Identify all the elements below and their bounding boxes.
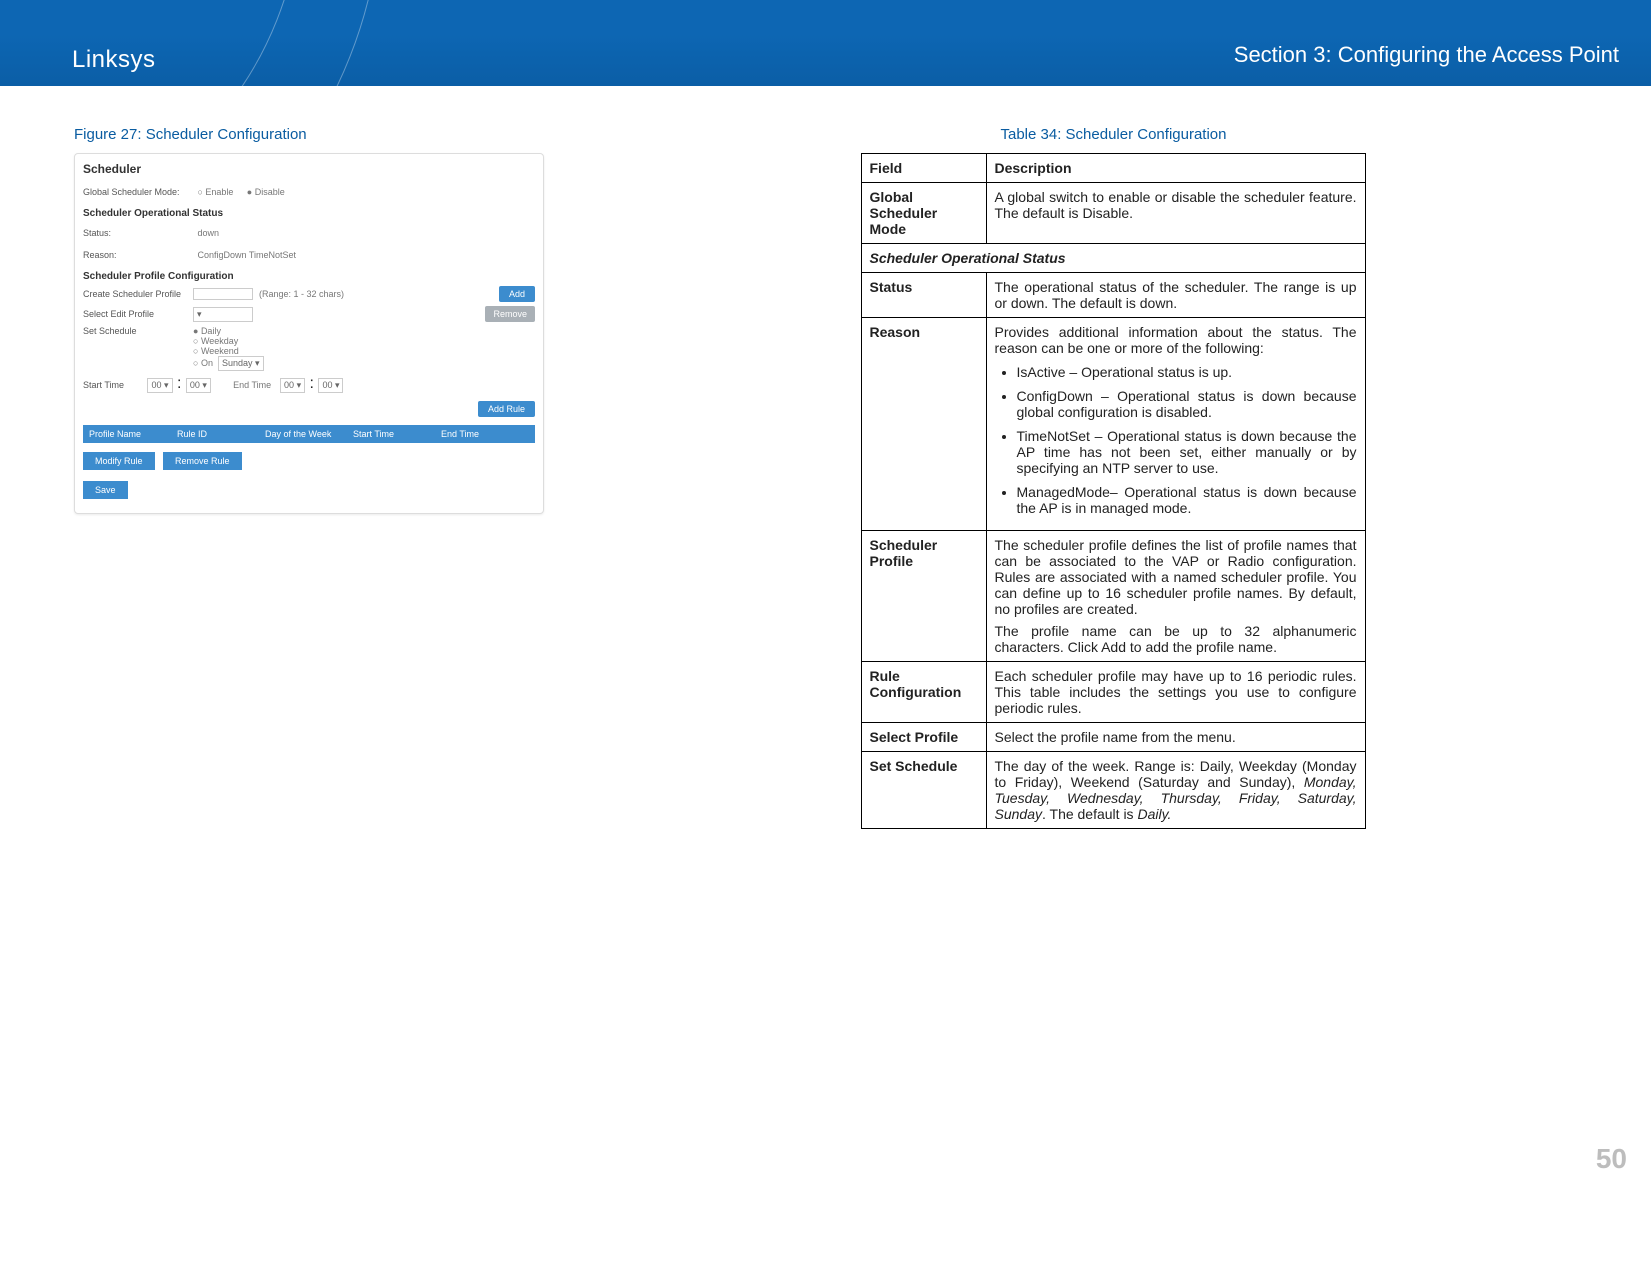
end-hh[interactable]: 00 ▾	[280, 378, 305, 393]
cell-desc: The day of the week. Range is: Daily, We…	[986, 752, 1365, 829]
table-row: Set Schedule The day of the week. Range …	[861, 752, 1365, 829]
table-row: Select Profile Select the profile name f…	[861, 723, 1365, 752]
status-value: down	[197, 228, 219, 238]
create-profile-input[interactable]	[193, 288, 253, 300]
table-row: Rule Configuration Each scheduler profil…	[861, 662, 1365, 723]
list-item: ManagedMode– Operational status is down …	[1017, 484, 1357, 516]
end-mm[interactable]: 00 ▾	[318, 378, 343, 393]
opstatus-heading: Scheduler Operational Status	[83, 208, 535, 219]
start-hh[interactable]: 00 ▾	[147, 378, 172, 393]
cell-field: Reason	[861, 318, 986, 531]
list-item: ConfigDown – Operational status is down …	[1017, 388, 1357, 420]
create-profile-label: Create Scheduler Profile	[83, 289, 193, 299]
select-profile-label: Select Edit Profile	[83, 309, 193, 319]
reason-label: Reason:	[83, 250, 193, 260]
modify-rule-button[interactable]: Modify Rule	[83, 452, 155, 470]
shot-title: Scheduler	[83, 162, 535, 176]
remove-rule-button[interactable]: Remove Rule	[163, 452, 242, 470]
start-time-label: Start Time	[83, 380, 143, 390]
mode-disable-radio[interactable]: ● Disable	[247, 187, 285, 197]
cell-field: Status	[861, 273, 986, 318]
table-row: Reason Provides additional information a…	[861, 318, 1365, 531]
col-dow: Day of the Week	[265, 429, 353, 439]
table-row: Status The operational status of the sch…	[861, 273, 1365, 318]
profile-heading: Scheduler Profile Configuration	[83, 271, 535, 282]
list-item: TimeNotSet – Operational status is down …	[1017, 428, 1357, 476]
th-description: Description	[986, 154, 1365, 183]
table-caption: Table 34: Scheduler Configuration	[1001, 126, 1588, 143]
mode-label: Global Scheduler Mode:	[83, 187, 193, 197]
start-mm[interactable]: 00 ▾	[186, 378, 211, 393]
cell-field: Set Schedule	[861, 752, 986, 829]
col-profile: Profile Name	[89, 429, 177, 439]
rules-table-header: Profile Name Rule ID Day of the Week Sta…	[83, 425, 535, 443]
add-rule-button[interactable]: Add Rule	[478, 401, 535, 417]
screenshot-mock: Scheduler Global Scheduler Mode: ○ Enabl…	[74, 153, 544, 514]
subhead-text: Scheduler Operational Status	[861, 244, 1365, 273]
reason-value: ConfigDown TimeNotSet	[197, 250, 296, 260]
section-label: Section 3: Configuring the Access Point	[1234, 42, 1619, 68]
brand-logo: Linksys	[72, 46, 156, 74]
table-row: Scheduler Profile The scheduler profile …	[861, 531, 1365, 662]
set-schedule-label: Set Schedule	[83, 326, 193, 371]
figure-caption: Figure 27: Scheduler Configuration	[74, 126, 801, 143]
list-item: IsActive – Operational status is up.	[1017, 364, 1357, 380]
table-row: Global Scheduler Mode A global switch to…	[861, 183, 1365, 244]
cell-field: Global Scheduler Mode	[861, 183, 986, 244]
col-rule: Rule ID	[177, 429, 265, 439]
select-profile-dropdown[interactable]: ▾	[193, 307, 253, 322]
col-start: Start Time	[353, 429, 441, 439]
cell-desc: Select the profile name from the menu.	[986, 723, 1365, 752]
end-time-label: End Time	[233, 380, 271, 390]
cell-field: Select Profile	[861, 723, 986, 752]
cell-desc: A global switch to enable or disable the…	[986, 183, 1365, 244]
add-profile-button[interactable]: Add	[499, 286, 535, 302]
cell-desc: The operational status of the scheduler.…	[986, 273, 1365, 318]
cell-desc: Provides additional information about th…	[986, 318, 1365, 531]
cell-field: Scheduler Profile	[861, 531, 986, 662]
table-subhead: Scheduler Operational Status	[861, 244, 1365, 273]
description-table: Field Description Global Scheduler Mode …	[861, 153, 1366, 829]
status-label: Status:	[83, 228, 193, 238]
col-end: End Time	[441, 429, 529, 439]
save-button[interactable]: Save	[83, 481, 128, 499]
schedule-options[interactable]: ● Daily ○ Weekday ○ Weekend ○ On Sunday …	[193, 326, 264, 371]
page-banner: Linksys Section 3: Configuring the Acces…	[0, 0, 1651, 86]
cell-field: Rule Configuration	[861, 662, 986, 723]
mode-enable-radio[interactable]: ○ Enable	[197, 187, 233, 197]
remove-profile-button[interactable]: Remove	[485, 306, 535, 322]
th-field: Field	[861, 154, 986, 183]
day-dropdown[interactable]: Sunday ▾	[218, 356, 264, 371]
cell-desc: The scheduler profile defines the list o…	[986, 531, 1365, 662]
cell-desc: Each scheduler profile may have up to 16…	[986, 662, 1365, 723]
page-number: 50	[1596, 1143, 1627, 1175]
create-range: (Range: 1 - 32 chars)	[259, 289, 344, 299]
